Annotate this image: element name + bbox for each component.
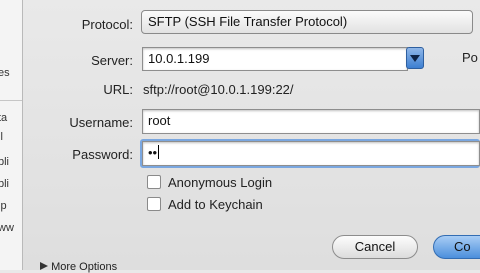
protocol-popup[interactable]: SFTP (SSH File Transfer Protocol) xyxy=(141,10,473,34)
server-input[interactable]: 10.0.1.199 xyxy=(142,47,408,71)
server-label: Server: xyxy=(91,53,133,68)
anonymous-login-checkbox[interactable]: Anonymous Login xyxy=(147,175,272,190)
connect-button[interactable]: Co xyxy=(433,235,480,259)
chevron-down-icon xyxy=(410,55,420,62)
add-to-keychain-label: Add to Keychain xyxy=(168,197,263,212)
username-label: Username: xyxy=(69,115,133,130)
sidebar-text-fragment: ip xyxy=(0,200,7,212)
password-value: •• xyxy=(148,145,158,160)
server-value: 10.0.1.199 xyxy=(148,51,210,66)
username-input[interactable]: root xyxy=(142,109,480,134)
url-label: URL: xyxy=(103,82,133,97)
protocol-label: Protocol: xyxy=(81,17,133,32)
sidebar-text-fragment: il xyxy=(0,131,3,143)
sidebar-text-fragment: bli xyxy=(0,178,10,190)
password-label: Password: xyxy=(72,147,133,162)
url-value: sftp://root@10.0.1.199:22/ xyxy=(143,82,294,97)
sidebar-text-fragment: ww xyxy=(0,222,14,234)
server-history-button[interactable] xyxy=(406,47,424,69)
more-options-label: More Options xyxy=(51,261,118,273)
anonymous-login-label: Anonymous Login xyxy=(168,175,273,190)
sidebar-fragment: es ta il bli bli ip ww xyxy=(0,0,23,270)
sidebar-text-fragment: es xyxy=(0,67,10,79)
checkbox-box[interactable] xyxy=(147,197,161,211)
more-options-disclosure[interactable]: More Options xyxy=(40,261,117,273)
sidebar-text-fragment: ta xyxy=(0,112,8,124)
port-label: Po xyxy=(462,50,478,65)
text-cursor xyxy=(158,145,160,159)
password-input[interactable]: •• xyxy=(142,141,480,166)
sidebar-text-fragment: bli xyxy=(0,156,10,168)
cancel-button[interactable]: Cancel xyxy=(332,235,418,259)
disclosure-triangle-icon xyxy=(40,262,48,270)
protocol-value: SFTP (SSH File Transfer Protocol) xyxy=(148,14,348,29)
checkbox-box[interactable] xyxy=(147,175,161,189)
add-to-keychain-checkbox[interactable]: Add to Keychain xyxy=(147,197,263,212)
username-value: root xyxy=(148,113,171,128)
